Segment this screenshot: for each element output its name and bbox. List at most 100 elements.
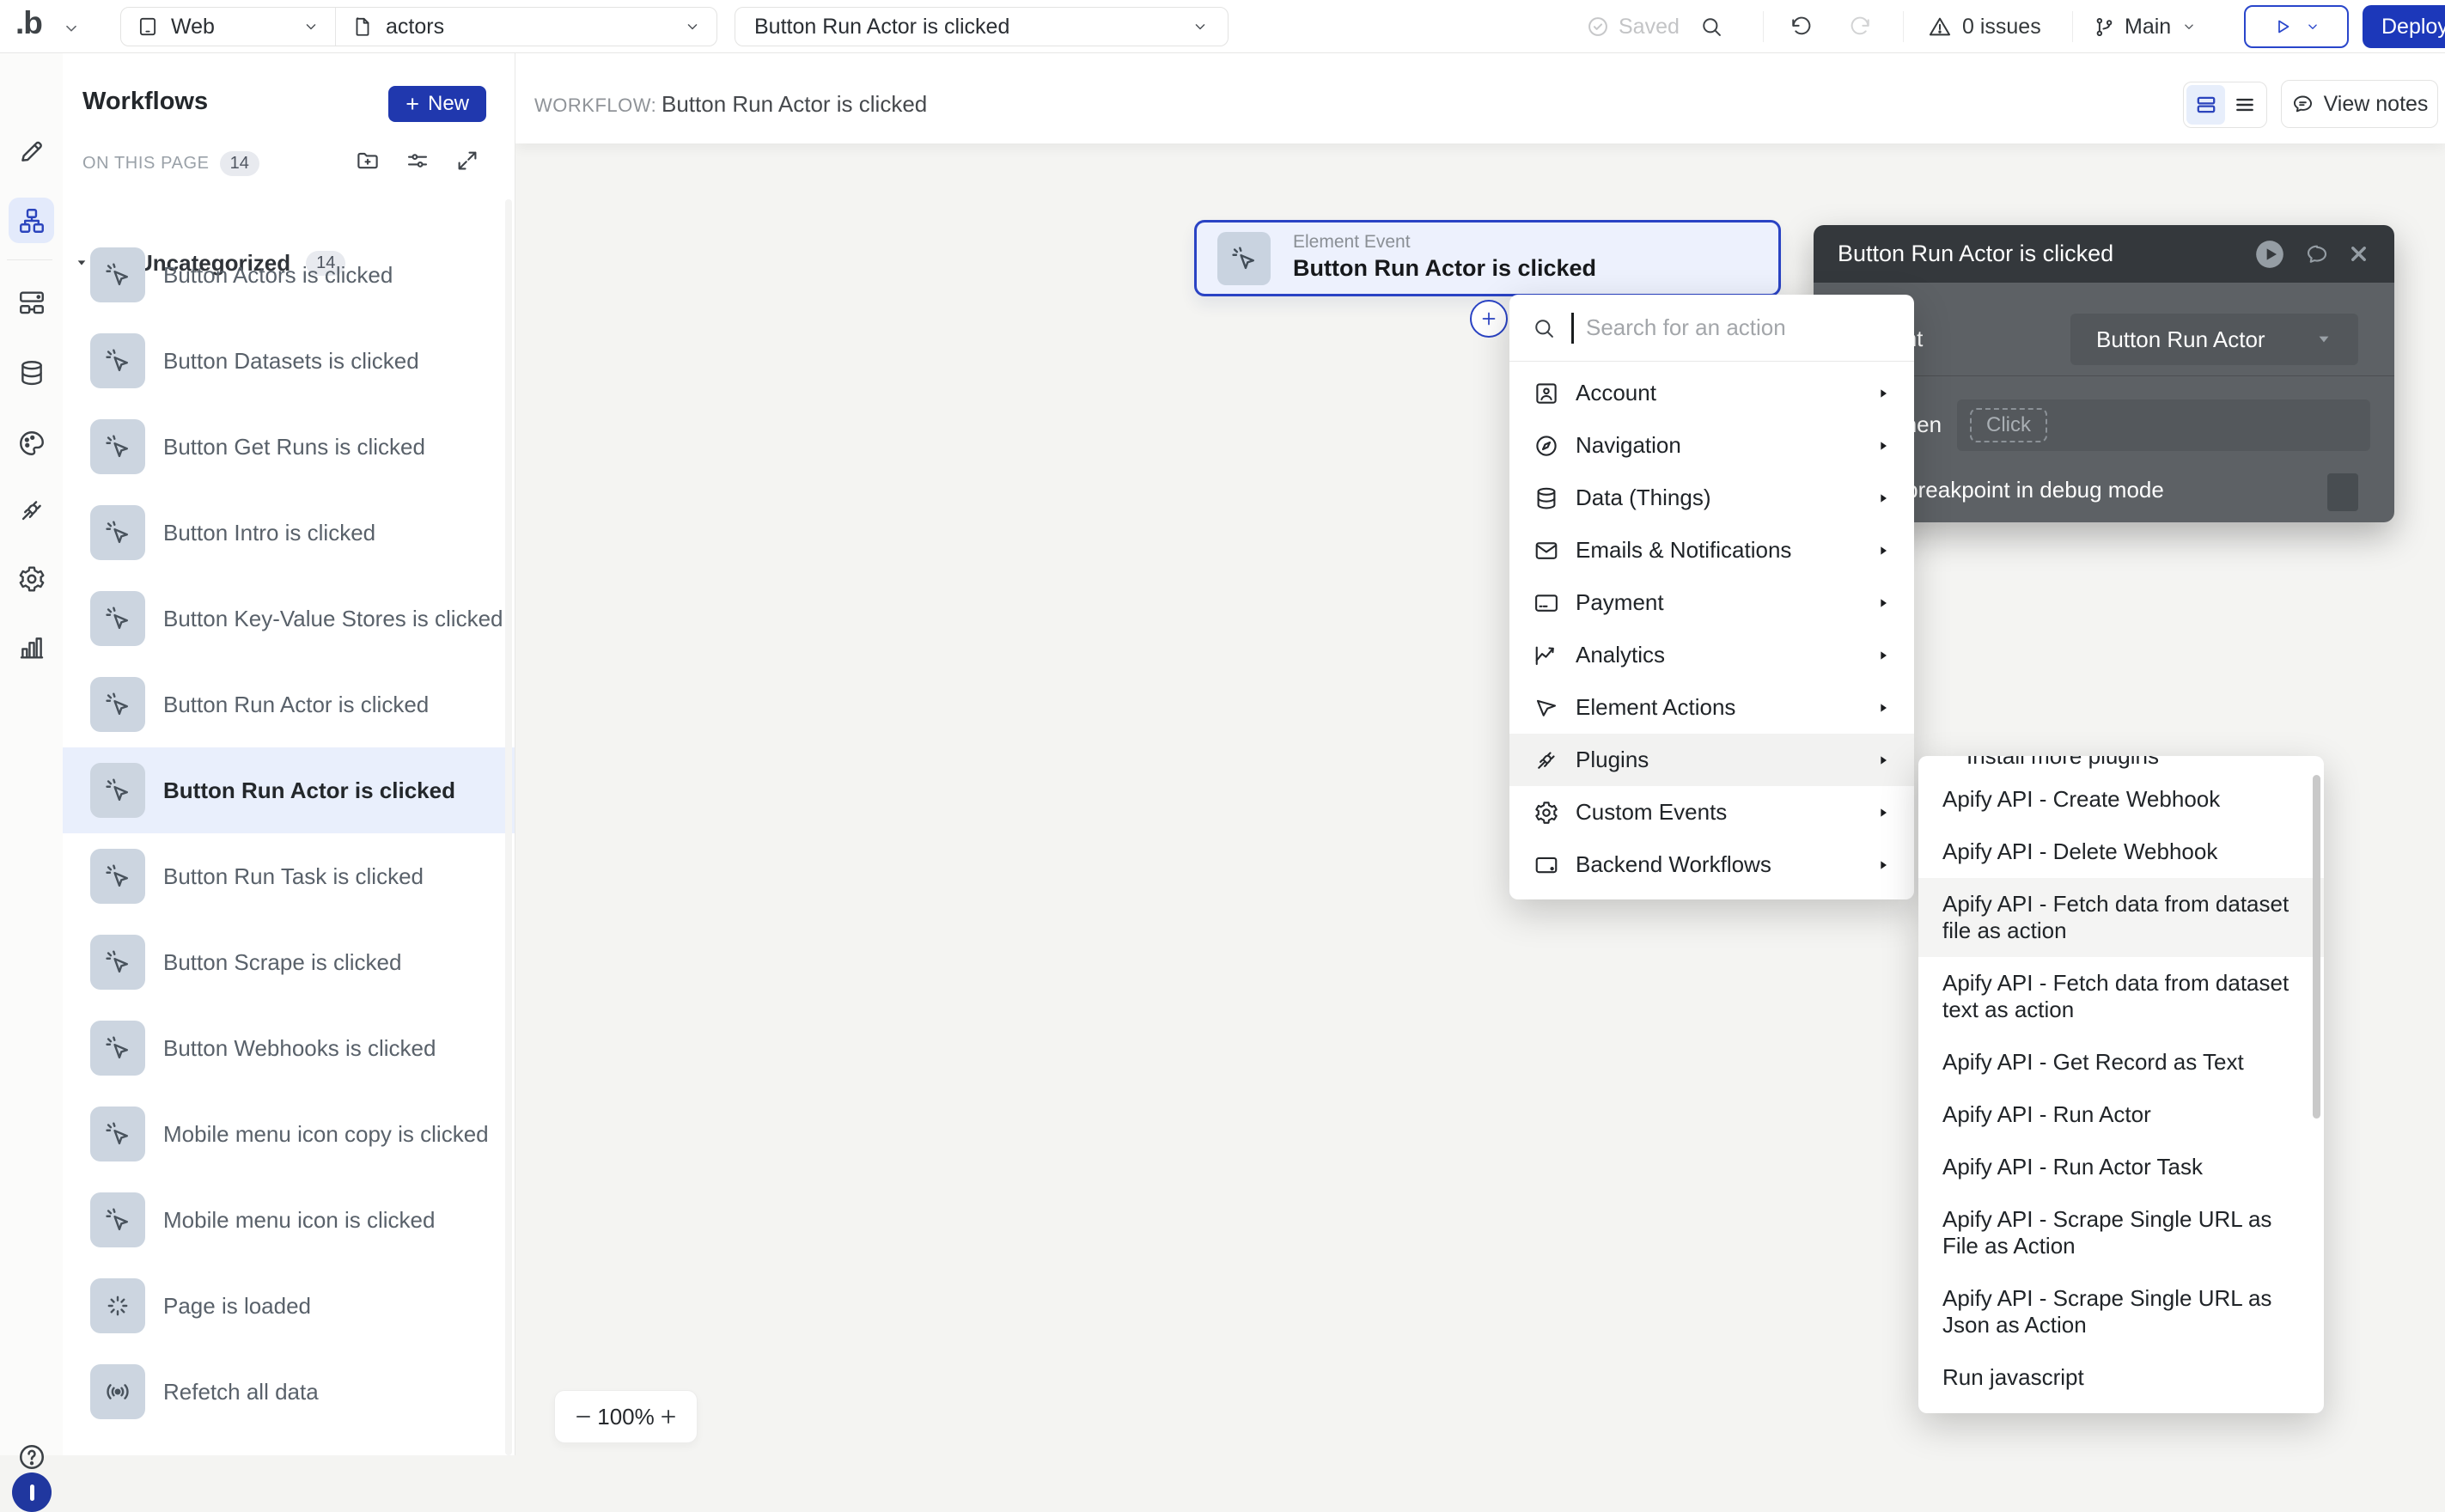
submenu-scrollbar-thumb[interactable] [2313,775,2320,1119]
event-type-icon [103,690,132,719]
bar-chart-icon[interactable] [17,633,46,662]
event-icon-chip [90,1192,145,1247]
view-notes-button[interactable]: View notes [2281,80,2438,128]
action-search-menu: Search for an action Account Navigation … [1509,295,1914,899]
plugins-submenu: Install more plugins Apify API - Create … [1918,756,2324,1413]
workflow-item-label: Button Intro is clicked [163,520,375,546]
action-category-item[interactable]: Emails & Notifications [1509,524,1914,576]
action-category-item[interactable]: Account [1509,367,1914,419]
logo-chevron-down-icon[interactable] [62,19,81,38]
element-dropdown[interactable]: Button Run Actor [2070,314,2358,365]
zoom-in-icon[interactable] [657,1405,680,1428]
deploy-button[interactable]: Deploy [2363,5,2445,48]
action-search-field[interactable]: Search for an action [1509,295,1914,362]
plugin-action-item[interactable]: Apify API - Run Actor [1918,1088,2324,1141]
components-icon[interactable] [17,288,46,317]
panel-scrollbar[interactable] [505,199,512,1455]
category-icon [1533,433,1559,459]
warning-triangle-icon [1928,15,1952,39]
action-category-item[interactable]: Navigation [1509,419,1914,472]
new-folder-icon[interactable] [355,148,381,174]
zoom-out-icon[interactable] [572,1405,594,1428]
user-avatar[interactable] [12,1472,52,1512]
preview-button[interactable] [2244,5,2349,48]
comment-bubble-icon[interactable] [2304,241,2330,267]
workflow-list-item[interactable]: Button Scrape is clicked [63,919,515,1005]
run-play-circle-icon[interactable] [2253,237,2287,271]
plugin-action-item[interactable]: Apify API - Create Webhook [1918,773,2324,826]
gear-icon[interactable] [17,564,46,594]
workflow-list-item[interactable]: Button Datasets is clicked [63,318,515,404]
workflow-list-item[interactable]: Button Key-Value Stores is clicked [63,576,515,662]
workflow-item-label: Mobile menu icon copy is clicked [163,1121,489,1148]
category-icon [1533,695,1559,721]
workflow-list-item[interactable]: Button Webhooks is clicked [63,1005,515,1091]
workflow-list-item[interactable]: Mobile menu icon copy is clicked [63,1091,515,1177]
redo-icon[interactable] [1849,15,1873,39]
help-question-icon[interactable] [16,1442,47,1472]
plugin-action-item[interactable]: Run javascript [1918,1351,2324,1404]
submenu-arrow-icon [1876,596,1890,610]
branch-name: Main [2125,15,2171,40]
issues-button[interactable]: 0 issues [1928,0,2041,53]
plugin-action-item[interactable]: Apify API - Scrape Single URL as File as… [1918,1193,2324,1272]
event-node[interactable]: Element Event Button Run Actor is clicke… [1194,220,1781,296]
workflow-list-item[interactable]: Button Actors is clicked [63,232,515,318]
plugin-action-item[interactable]: Apify API - Fetch data from dataset text… [1918,957,2324,1036]
workflow-list-item[interactable]: Button Run Actor is clicked [63,747,515,833]
new-workflow-button[interactable]: + New [388,86,486,122]
zoom-level: 100% [597,1404,655,1430]
action-category-item[interactable]: Custom Events [1509,786,1914,838]
plug-icon[interactable] [17,496,46,525]
workflow-list-item[interactable]: Mobile menu icon is clicked [63,1177,515,1263]
action-category-item[interactable]: Data (Things) [1509,472,1914,524]
when-input[interactable]: Click [1957,399,2370,451]
workflow-list-item[interactable]: Page is loaded [63,1263,515,1349]
action-category-item[interactable]: Element Actions [1509,681,1914,734]
close-icon[interactable] [2347,242,2370,265]
list-view-toggle[interactable] [2225,85,2264,125]
action-category-list: Account Navigation Data (Things) Emails … [1509,362,1914,891]
when-value-chip[interactable]: Click [1970,408,2047,442]
action-category-item[interactable]: Plugins [1509,734,1914,786]
expand-icon[interactable] [454,148,480,174]
plugin-action-item[interactable]: Apify API - Get Record as Text [1918,1036,2324,1088]
workflow-list-item[interactable]: Refetch all data [63,1349,515,1435]
action-category-item[interactable]: Analytics [1509,629,1914,681]
workflow-list-item[interactable]: Button Get Runs is clicked [63,404,515,490]
workflow-list-item[interactable]: Button Run Task is clicked [63,833,515,919]
plugin-action-item[interactable]: Apify API - Run Actor Task [1918,1141,2324,1193]
plugin-action-item[interactable]: Apify API - Fetch data from dataset file… [1918,878,2324,957]
toolbar-divider [2072,11,2073,42]
action-category-item[interactable]: Payment [1509,576,1914,629]
workflow-select[interactable]: Button Run Actor is clicked [735,7,1229,46]
chevron-down-icon [2181,19,2197,34]
platform-select[interactable]: Web [121,8,336,46]
category-icon [1533,643,1559,668]
action-category-item[interactable]: Backend Workflows [1509,838,1914,891]
breakpoint-checkbox[interactable] [2327,473,2358,511]
bubble-logo[interactable]: .b [15,5,42,41]
database-icon[interactable] [17,358,46,387]
design-pencil-icon[interactable] [17,137,46,166]
palette-icon[interactable] [17,429,46,458]
workflow-list-item[interactable]: Button Run Actor is clicked [63,662,515,747]
page-file-icon [351,15,374,38]
page-select[interactable]: actors [336,8,716,46]
workflow-list-item[interactable]: Button Intro is clicked [63,490,515,576]
card-view-toggle[interactable] [2186,85,2225,125]
filter-sliders-icon[interactable] [405,148,430,174]
add-action-button[interactable] [1470,300,1508,338]
undo-icon[interactable] [1789,15,1813,39]
property-editor-header[interactable]: Button Run Actor is clicked [1814,225,2394,283]
workflow-item-label: Button Key-Value Stores is clicked [163,606,503,632]
plugin-action-item[interactable]: Apify API - Delete Webhook [1918,826,2324,878]
issues-count: 0 issues [1962,15,2041,40]
workflows-tab-selected[interactable] [9,198,54,243]
plugin-action-item[interactable]: Apify API - Scrape Single URL as Json as… [1918,1272,2324,1351]
event-title: Button Run Actor is clicked [1293,255,1596,282]
branch-selector[interactable]: Main [2093,0,2197,53]
search-icon[interactable] [1699,15,1723,39]
scrolled-partial-item[interactable]: Install more plugins [1918,756,2324,773]
workflow-select-value: Button Run Actor is clicked [754,15,1009,40]
